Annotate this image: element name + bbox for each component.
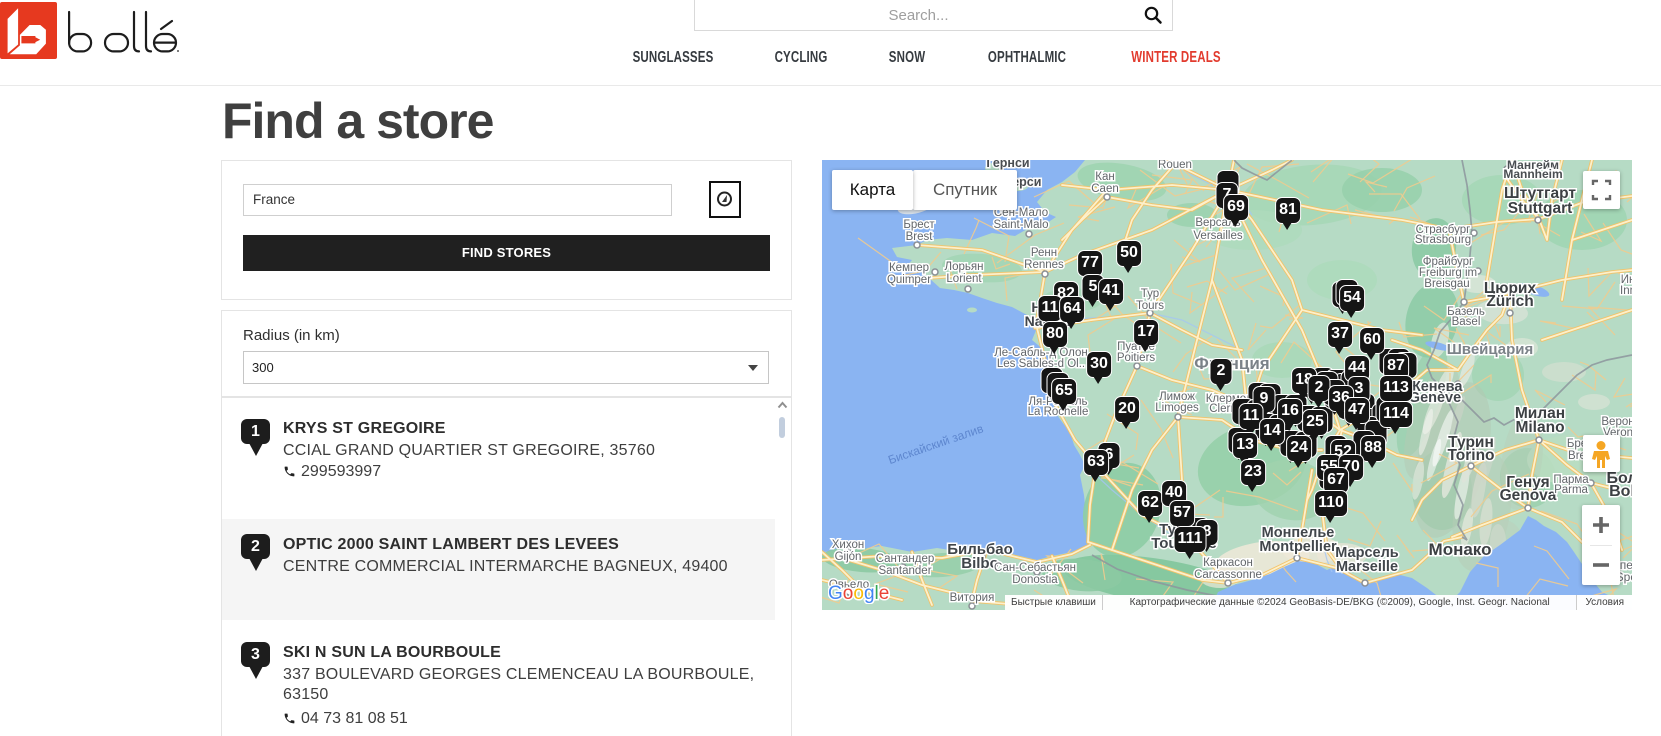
svg-text:Кан: Кан xyxy=(1095,171,1114,183)
svg-text:Брест: Брест xyxy=(903,219,935,231)
svg-text:Basel: Basel xyxy=(1452,316,1481,328)
svg-text:Genève: Genève xyxy=(1409,390,1461,406)
svg-text:Donostia: Donostia xyxy=(1012,574,1058,586)
svg-text:Torino: Torino xyxy=(1447,447,1494,464)
svg-text:Каркасон: Каркасон xyxy=(1203,557,1253,569)
svg-text:Zürich: Zürich xyxy=(1486,293,1533,310)
svg-text:Ренн: Ренн xyxy=(1031,247,1057,259)
svg-text:Milano: Milano xyxy=(1515,419,1564,436)
svg-text:Strasbourg: Strasbourg xyxy=(1415,234,1471,246)
svg-text:Stuttgart: Stuttgart xyxy=(1508,200,1573,217)
svg-text:Quimper: Quimper xyxy=(887,274,931,286)
svg-text:Inn: Inn xyxy=(1620,285,1632,297)
svg-text:Genova: Genova xyxy=(1500,487,1557,504)
svg-text:Гернси: Гернси xyxy=(986,160,1029,170)
svg-text:Marseille: Marseille xyxy=(1336,559,1398,575)
svg-text:Хихон: Хихон xyxy=(832,539,864,551)
svg-text:Carcassonne: Carcassonne xyxy=(1194,569,1262,581)
svg-text:Santander: Santander xyxy=(878,565,931,577)
svg-text:Google: Google xyxy=(828,583,889,604)
svg-text:Mannheim: Mannheim xyxy=(1503,167,1562,181)
svg-text:Breisgau: Breisgau xyxy=(1424,278,1469,290)
svg-text:Rennes: Rennes xyxy=(1024,259,1064,271)
svg-text:Gijón: Gijón xyxy=(835,551,862,563)
svg-text:Rouen: Rouen xyxy=(1158,160,1192,171)
svg-text:Saint-Malo: Saint-Malo xyxy=(994,219,1049,231)
svg-text:Bol: Bol xyxy=(1609,483,1632,500)
svg-text:Les Sables-d Ol..: Les Sables-d Ol.. xyxy=(997,358,1085,370)
svg-text:Витория: Витория xyxy=(950,592,995,604)
svg-text:Монако: Монако xyxy=(1429,540,1492,559)
svg-text:Швейцария: Швейцария xyxy=(1447,341,1534,358)
svg-text:Montpellier: Montpellier xyxy=(1259,539,1337,555)
svg-text:Кемпер: Кемпер xyxy=(889,262,929,274)
svg-text:Тур: Тур xyxy=(1141,288,1159,300)
svg-text:Parma: Parma xyxy=(1554,484,1588,496)
svg-text:Limoges: Limoges xyxy=(1155,402,1199,414)
svg-text:Лорьян: Лорьян xyxy=(945,261,984,273)
svg-text:Brest: Brest xyxy=(906,231,934,243)
svg-text:Сан-Себастьян: Сан-Себастьян xyxy=(994,562,1076,574)
svg-text:Caen: Caen xyxy=(1091,183,1119,195)
svg-text:Lorient: Lorient xyxy=(946,273,982,285)
svg-text:Tours: Tours xyxy=(1136,300,1164,312)
svg-text:Сантандер: Сантандер xyxy=(876,553,935,565)
